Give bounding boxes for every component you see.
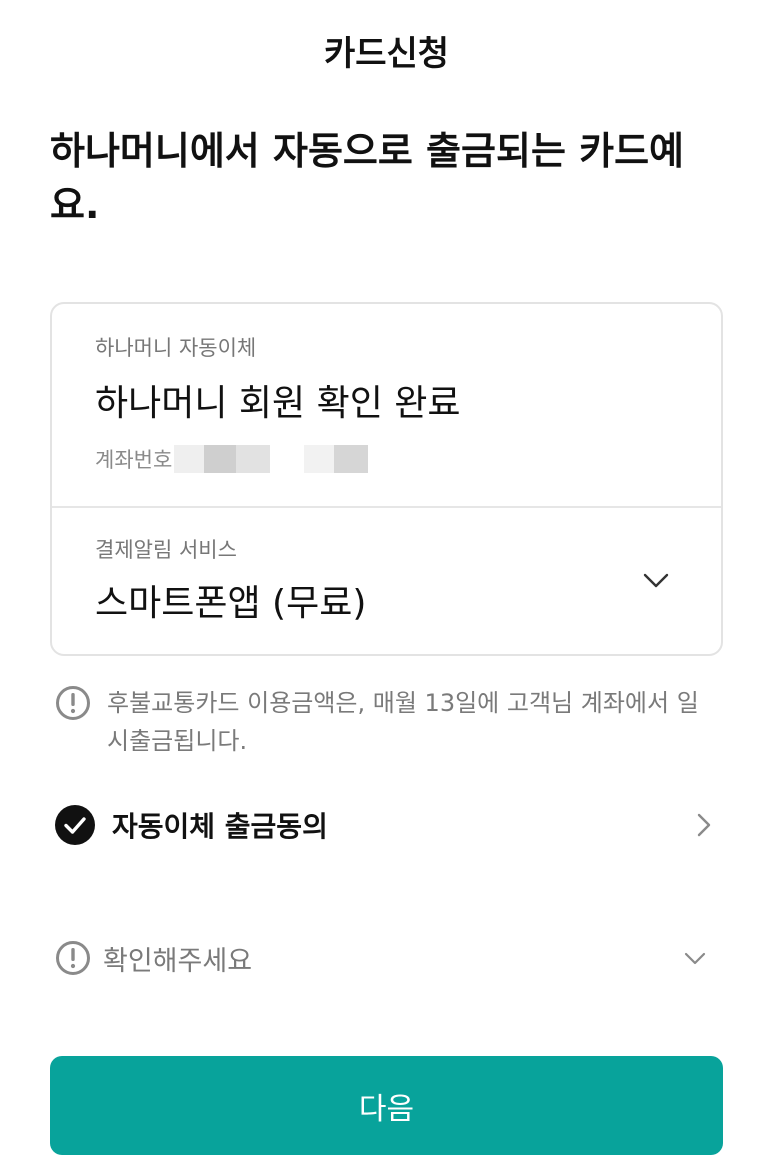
auto-transfer-label: 하나머니 자동이체 (95, 336, 257, 360)
auto-transfer-consent[interactable]: 자동이체 출금동의 (54, 802, 714, 848)
account-number-row: 계좌번호 (95, 444, 369, 474)
next-button[interactable]: 다음 (50, 1056, 723, 1155)
masked-account-number (174, 445, 369, 473)
payment-alert-select[interactable]: 스마트폰앱 (무료) (95, 574, 366, 626)
exclamation-circle-icon (56, 686, 90, 720)
check-circle-icon[interactable] (54, 804, 96, 846)
notice-text: 후불교통카드 이용금액은, 매월 13일에 고객님 계좌에서 일시출금됩니다. (107, 689, 699, 755)
account-number-label: 계좌번호 (95, 448, 173, 472)
auto-transfer-status: 하나머니 회원 확인 완료 (95, 383, 461, 424)
transfer-notice: 후불교통카드 이용금액은, 매월 13일에 고객님 계좌에서 일시출금됩니다. (55, 684, 735, 760)
please-confirm-row[interactable]: 확인해주세요 (55, 936, 715, 980)
headline: 하나머니에서 자동으로 출금되는 카드예요. (50, 129, 685, 227)
card-divider (52, 506, 721, 508)
chevron-down-icon[interactable] (642, 570, 670, 590)
card-application-screen: 카드신청 하나머니에서 자동으로 출금되는 카드예요. 하나머니 자동이체 하나… (0, 0, 773, 1172)
chevron-right-icon[interactable] (694, 812, 714, 838)
chevron-down-icon[interactable] (683, 950, 707, 966)
payment-info-card: 하나머니 자동이체 하나머니 회원 확인 완료 계좌번호 결제알림 서비스 스마… (50, 302, 723, 656)
confirm-label: 확인해주세요 (103, 945, 253, 977)
exclamation-circle-icon (56, 941, 90, 975)
consent-label: 자동이체 출금동의 (112, 810, 328, 843)
page-title: 카드신청 (323, 34, 450, 74)
payment-alert-label: 결제알림 서비스 (95, 538, 237, 562)
